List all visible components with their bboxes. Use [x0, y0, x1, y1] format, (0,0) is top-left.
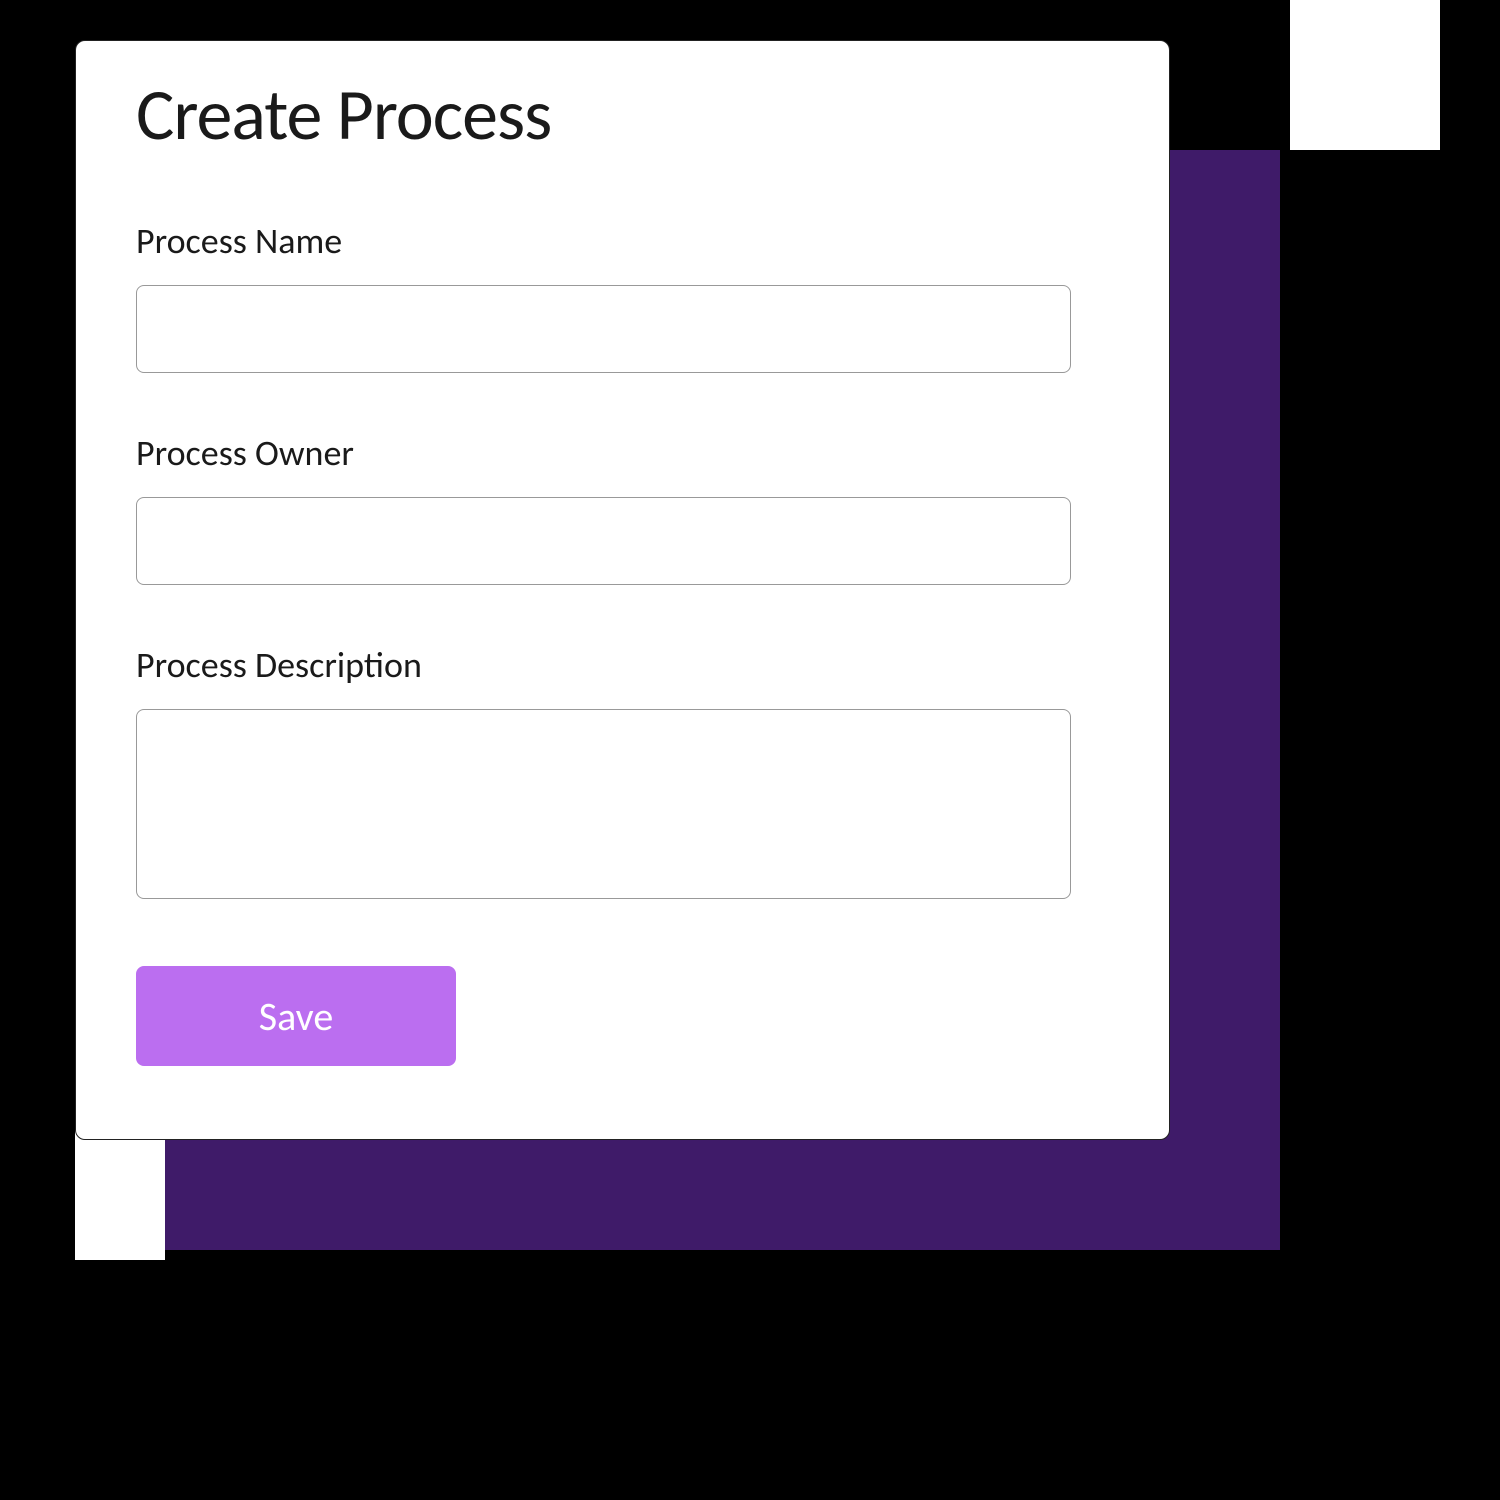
- save-button[interactable]: Save: [136, 966, 456, 1066]
- process-description-input[interactable]: [136, 709, 1071, 899]
- process-name-input[interactable]: [136, 285, 1071, 373]
- process-description-group: Process Description: [136, 643, 1109, 904]
- background-white-strip: [1290, 0, 1440, 150]
- process-description-label: Process Description: [136, 643, 1109, 687]
- process-name-label: Process Name: [136, 219, 1109, 263]
- background-white-corner: [75, 1130, 165, 1260]
- process-owner-input[interactable]: [136, 497, 1071, 585]
- process-name-group: Process Name: [136, 219, 1109, 373]
- process-owner-label: Process Owner: [136, 431, 1109, 475]
- create-process-modal: Create Process Process Name Process Owne…: [75, 40, 1170, 1140]
- process-owner-group: Process Owner: [136, 431, 1109, 585]
- modal-title: Create Process: [136, 71, 1109, 159]
